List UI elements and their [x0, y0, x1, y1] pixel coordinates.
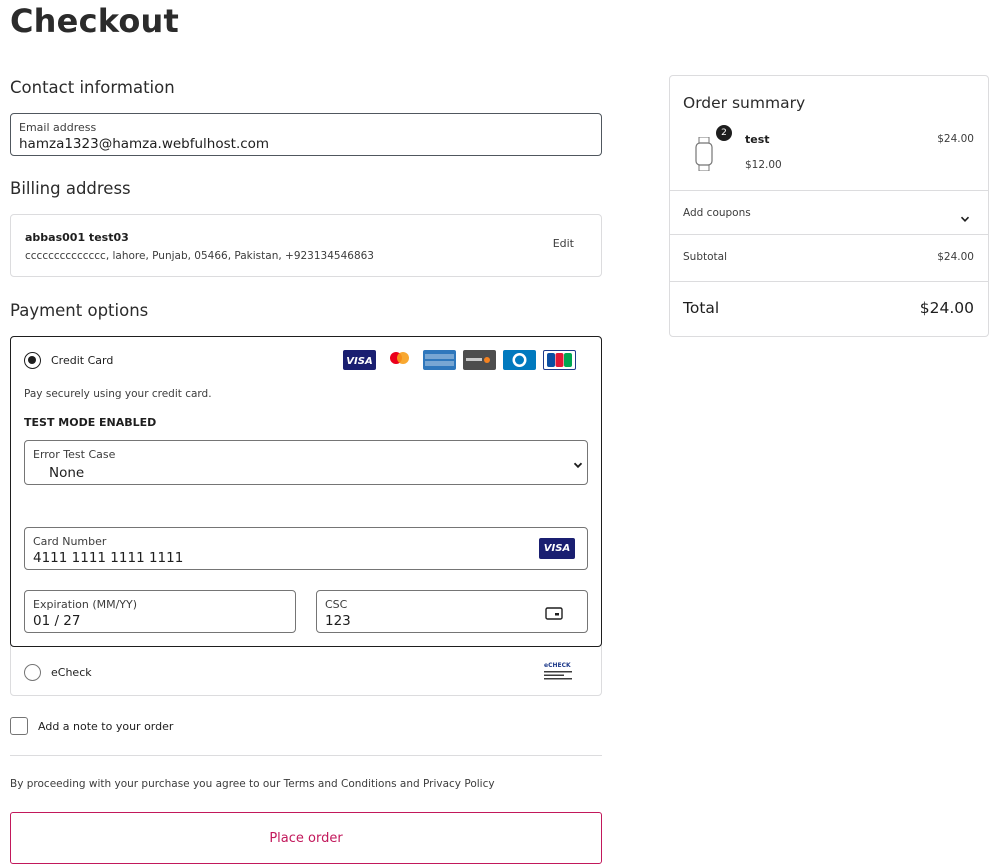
amex-logo [423, 350, 456, 370]
mastercard-logo [383, 350, 416, 370]
echeck-radio[interactable] [24, 664, 41, 681]
csc-value: 123 [325, 613, 351, 629]
billing-heading: Billing address [10, 179, 131, 198]
expiration-field[interactable]: Expiration (MM/YY) 01 / 27 [24, 590, 296, 633]
divider [10, 755, 602, 756]
credit-card-radio[interactable] [24, 352, 41, 369]
card-number-label: Card Number [33, 535, 107, 548]
expiration-label: Expiration (MM/YY) [33, 598, 138, 611]
email-field[interactable]: Email address hamza1323@hamza.webfulhost… [10, 113, 602, 156]
echeck-label: eCheck [51, 666, 92, 679]
add-note-checkbox[interactable] [10, 717, 28, 735]
subtotal-label: Subtotal [683, 251, 727, 263]
csc-label: CSC [325, 598, 348, 611]
chevron-down-icon [573, 455, 583, 474]
watch-icon [694, 136, 714, 175]
jcb-logo [543, 350, 576, 370]
total-value: $24.00 [919, 299, 974, 317]
echeck-logo: eCHECK [543, 662, 573, 681]
error-test-case-value: None [49, 465, 85, 481]
place-order-button[interactable]: Place order [10, 812, 602, 864]
quantity-badge: 2 [716, 125, 732, 141]
billing-name: abbas001 test03 [25, 231, 129, 244]
discover-logo [463, 350, 496, 370]
credit-card-description: Pay securely using your credit card. [24, 388, 212, 400]
divider [670, 281, 988, 282]
page-title: Checkout [10, 2, 180, 40]
divider [670, 234, 988, 235]
summary-item-name: test [745, 133, 770, 146]
contact-heading: Contact information [10, 78, 175, 97]
svg-text:VISA: VISA [346, 356, 372, 367]
visa-logo: VISA [343, 350, 376, 370]
diners-logo [503, 350, 536, 370]
summary-item-unit-price: $12.00 [745, 159, 782, 171]
billing-address-card: abbas001 test03 cccccccccccccc, lahore, … [10, 214, 602, 277]
chevron-down-icon [960, 209, 970, 228]
summary-item-total: $24.00 [937, 133, 974, 145]
card-number-value: 4111 1111 1111 1111 [33, 550, 184, 566]
total-label: Total [683, 299, 720, 317]
billing-address-line: cccccccccccccc, lahore, Punjab, 05466, P… [25, 250, 374, 262]
error-test-case-select[interactable]: Error Test Case None [24, 440, 588, 485]
add-coupons-label: Add coupons [683, 207, 751, 219]
add-coupons-toggle[interactable]: Add coupons [670, 191, 988, 234]
add-note-label: Add a note to your order [38, 720, 174, 733]
email-label: Email address [19, 121, 97, 134]
billing-edit-link[interactable]: Edit [553, 237, 574, 250]
expiration-value: 01 / 27 [33, 613, 81, 629]
email-value: hamza1323@hamza.webfulhost.com [19, 136, 270, 152]
order-summary-title: Order summary [683, 94, 806, 112]
visa-card-type-icon: VISA [539, 538, 575, 559]
card-number-field[interactable]: Card Number 4111 1111 1111 1111 VISA [24, 527, 588, 570]
subtotal-value: $24.00 [937, 251, 974, 263]
credit-card-label: Credit Card [51, 354, 114, 367]
error-test-case-label: Error Test Case [33, 448, 116, 461]
test-mode-notice: TEST MODE ENABLED [24, 416, 157, 429]
terms-text: By proceeding with your purchase you agr… [10, 778, 495, 790]
payment-heading: Payment options [10, 301, 149, 320]
card-back-icon [545, 605, 563, 624]
order-summary-panel: Order summary 2 test $24.00 $12.00 Add c… [669, 75, 989, 337]
csc-field[interactable]: CSC 123 [316, 590, 588, 633]
